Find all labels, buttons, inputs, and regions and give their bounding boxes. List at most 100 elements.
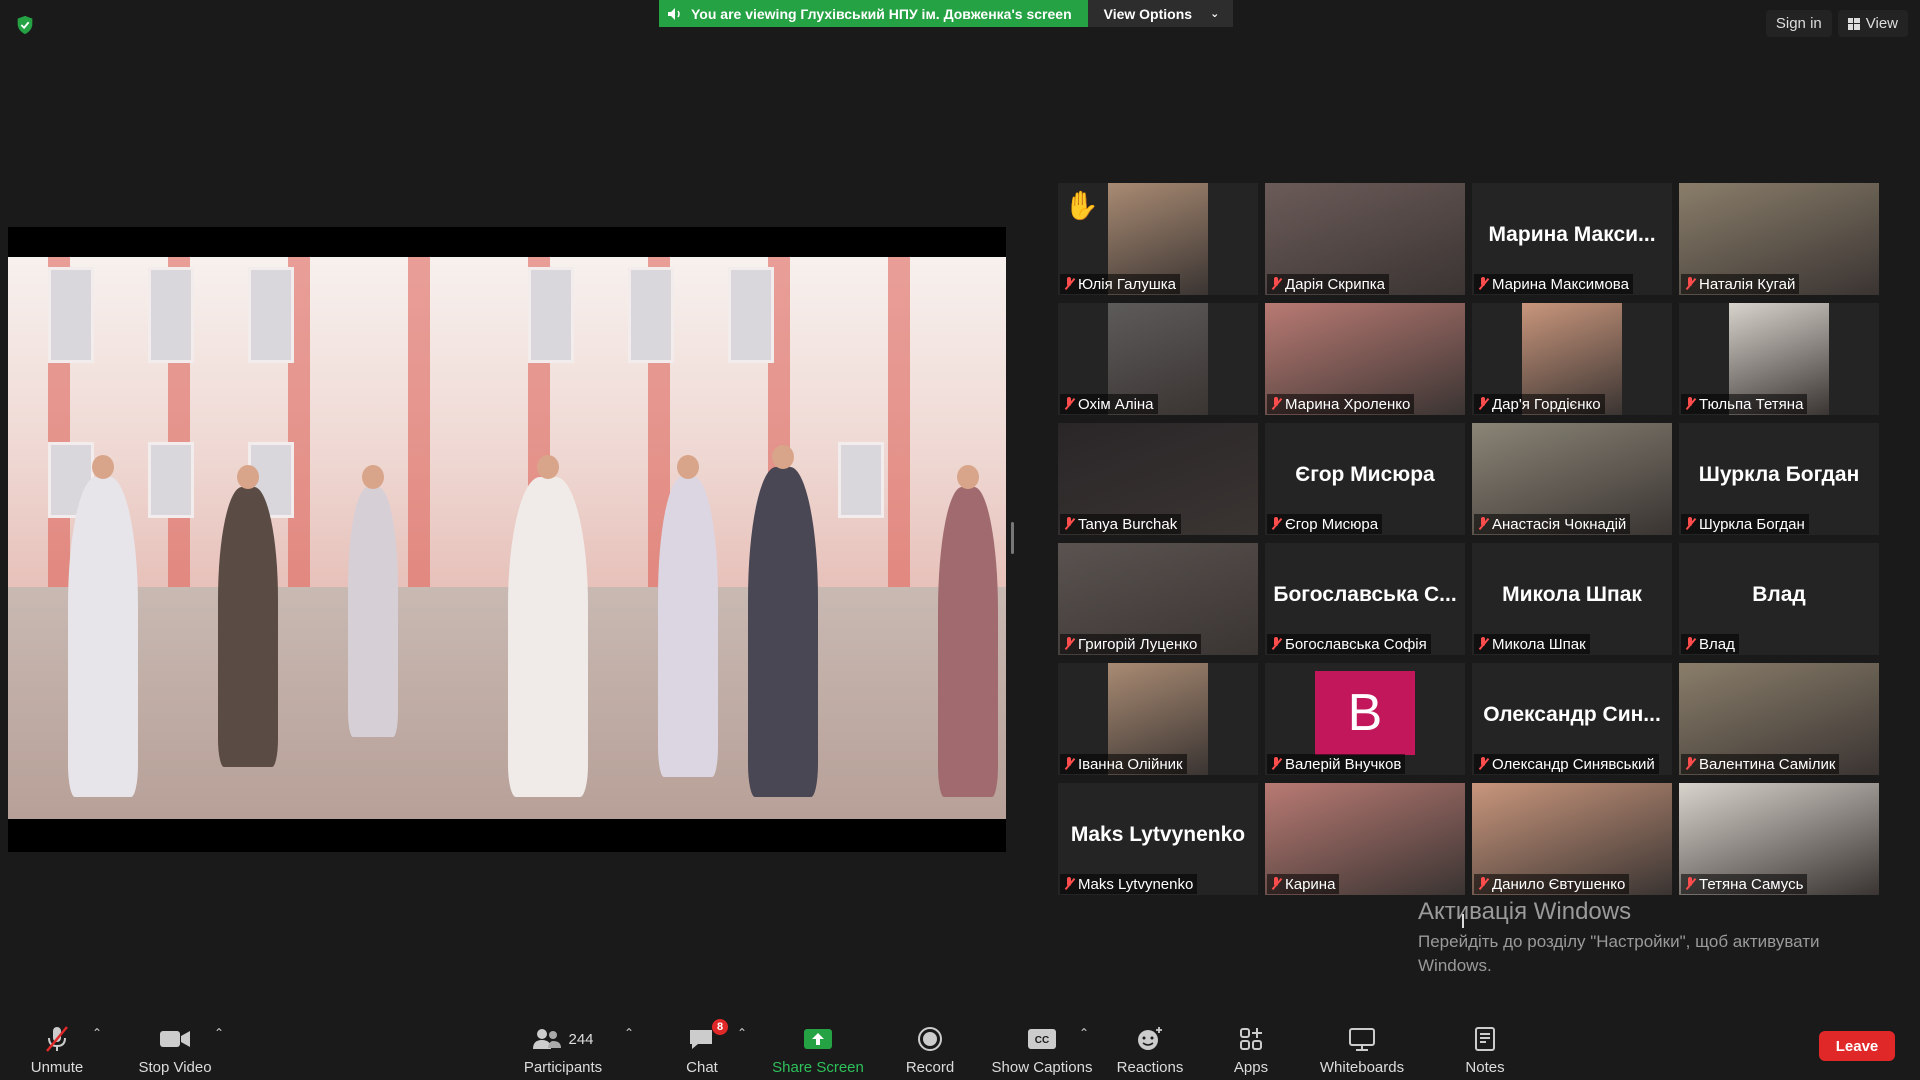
raised-hand-icon: ✋ bbox=[1064, 190, 1099, 221]
participant-name: Дар'я Гордієнко bbox=[1492, 395, 1601, 413]
stop-video-button[interactable]: Stop Video bbox=[133, 1012, 217, 1080]
muted-mic-icon bbox=[1271, 517, 1281, 531]
participant-tile[interactable]: Тетяна Самусь bbox=[1679, 783, 1879, 895]
participant-name-label: Марина Хроленко bbox=[1267, 394, 1415, 414]
participant-tile[interactable]: Єгор Мисюра Єгор Мисюра bbox=[1265, 423, 1465, 535]
courtyard-ground bbox=[8, 587, 1006, 819]
record-label: Record bbox=[905, 1059, 955, 1076]
reactions-button[interactable]: Reactions bbox=[1110, 1012, 1190, 1080]
view-label: View bbox=[1865, 15, 1898, 32]
security-shield-icon[interactable] bbox=[14, 14, 36, 36]
captions-options-caret-icon[interactable]: ⌃ bbox=[1079, 1026, 1089, 1040]
video-camera-icon bbox=[160, 1031, 190, 1047]
whiteboards-button[interactable]: Whiteboards bbox=[1312, 1012, 1412, 1080]
muted-mic-icon bbox=[1478, 517, 1488, 531]
participant-name-label: Валентина Самілик bbox=[1681, 754, 1840, 774]
whiteboard-icon bbox=[1349, 1028, 1375, 1051]
share-screen-label: Share Screen bbox=[772, 1059, 864, 1076]
view-options-label: View Options bbox=[1103, 5, 1193, 22]
activation-title: Активація Windows bbox=[1418, 898, 1632, 925]
participants-count: 244 bbox=[568, 1030, 594, 1048]
apps-label: Apps bbox=[1233, 1059, 1269, 1076]
muted-mic-icon bbox=[1064, 517, 1074, 531]
unmute-button[interactable]: Unmute bbox=[22, 1012, 92, 1080]
muted-mic-icon bbox=[1685, 277, 1695, 291]
participant-tile[interactable]: Іванна Олійник bbox=[1058, 663, 1258, 775]
participant-tile[interactable]: Охім Аліна bbox=[1058, 303, 1258, 415]
participant-name: Дарія Скрипка bbox=[1285, 275, 1385, 293]
svg-text:CC: CC bbox=[1035, 1035, 1049, 1046]
participants-button[interactable]: 244 Participants bbox=[520, 1012, 606, 1080]
show-captions-button[interactable]: CC Show Captions bbox=[988, 1012, 1096, 1080]
participant-name-label: Шуркла Богдан bbox=[1681, 514, 1809, 534]
participant-tile[interactable]: B Валерій Внучков bbox=[1265, 663, 1465, 775]
participant-name-label: Юлія Галушка bbox=[1060, 274, 1180, 294]
muted-mic-icon bbox=[1685, 397, 1695, 411]
sign-in-button[interactable]: Sign in bbox=[1765, 10, 1832, 37]
participant-tile[interactable]: Тюльпа Тетяна bbox=[1679, 303, 1879, 415]
participant-tile[interactable]: Влад Влад bbox=[1679, 543, 1879, 655]
video-options-caret-icon[interactable]: ⌃ bbox=[214, 1026, 224, 1040]
participant-name-label: Maks Lytvynenko bbox=[1060, 874, 1198, 894]
audio-options-caret-icon[interactable]: ⌃ bbox=[92, 1026, 102, 1040]
participant-tile[interactable]: ✋ Юлія Галушка bbox=[1058, 183, 1258, 295]
meeting-toolbar: Unmute ⌃ Stop Video ⌃ 244 Participants ⌃ bbox=[0, 1012, 1920, 1080]
muted-mic-icon bbox=[1478, 277, 1488, 291]
leave-button[interactable]: Leave bbox=[1819, 1031, 1895, 1061]
share-screen-icon bbox=[804, 1029, 832, 1049]
participant-tile[interactable]: Анастасія Чокнадій bbox=[1472, 423, 1672, 535]
participant-tile[interactable]: Карина bbox=[1265, 783, 1465, 895]
participant-name: Данило Євтушенко bbox=[1492, 875, 1626, 893]
participant-tile[interactable]: Tanya Burchak bbox=[1058, 423, 1258, 535]
participant-name: Анастасія Чокнадій bbox=[1492, 515, 1627, 533]
participant-tile[interactable]: Наталія Кугай bbox=[1679, 183, 1879, 295]
notes-icon bbox=[1475, 1027, 1495, 1051]
participant-tile[interactable]: Maks Lytvynenko Maks Lytvynenko bbox=[1058, 783, 1258, 895]
muted-mic-icon bbox=[1064, 757, 1074, 771]
participant-name: Тюльпа Тетяна bbox=[1699, 395, 1804, 413]
record-button[interactable]: Record bbox=[900, 1012, 960, 1080]
participant-tile[interactable]: Дар'я Гордієнко bbox=[1472, 303, 1672, 415]
muted-mic-icon bbox=[1271, 637, 1281, 651]
participant-tile[interactable]: Богославська С... Богославська Софія bbox=[1265, 543, 1465, 655]
apps-button[interactable]: Apps bbox=[1226, 1012, 1276, 1080]
participant-name: Карина bbox=[1285, 875, 1336, 893]
notes-button[interactable]: Notes bbox=[1460, 1012, 1510, 1080]
participant-name-label: Микола Шпак bbox=[1474, 634, 1590, 654]
muted-mic-icon bbox=[1271, 757, 1281, 771]
view-options-button[interactable]: View Options ⌄ bbox=[1087, 0, 1234, 27]
participant-tile[interactable]: Дарія Скрипка bbox=[1265, 183, 1465, 295]
chat-options-caret-icon[interactable]: ⌃ bbox=[737, 1026, 747, 1040]
participant-tile[interactable]: Шуркла Богдан Шуркла Богдан bbox=[1679, 423, 1879, 535]
participant-name-label: Охім Аліна bbox=[1060, 394, 1158, 414]
participant-tile[interactable]: Микола Шпак Микола Шпак bbox=[1472, 543, 1672, 655]
share-screen-button[interactable]: Share Screen bbox=[772, 1012, 864, 1080]
participant-name-label: Дар'я Гордієнко bbox=[1474, 394, 1605, 414]
microphone-muted-icon bbox=[46, 1026, 68, 1052]
resize-splitter[interactable] bbox=[1011, 522, 1014, 554]
participant-tile[interactable]: Данило Євтушенко bbox=[1472, 783, 1672, 895]
participant-name-label: Данило Євтушенко bbox=[1474, 874, 1630, 894]
closed-captions-icon: CC bbox=[1028, 1029, 1056, 1049]
participant-display-name: Шуркла Богдан bbox=[1698, 463, 1860, 486]
participant-name: Іванна Олійник bbox=[1078, 755, 1183, 773]
participant-tile[interactable]: Валентина Самілик bbox=[1679, 663, 1879, 775]
participant-name: Шуркла Богдан bbox=[1699, 515, 1805, 533]
participant-name: Юлія Галушка bbox=[1078, 275, 1176, 293]
chat-button[interactable]: 8 Chat bbox=[672, 1012, 732, 1080]
participant-name: Tanya Burchak bbox=[1078, 515, 1178, 533]
participant-name: Тетяна Самусь bbox=[1699, 875, 1804, 893]
participant-name-label: Tanya Burchak bbox=[1060, 514, 1182, 534]
shared-screen[interactable] bbox=[8, 227, 1006, 852]
notes-label: Notes bbox=[1465, 1059, 1505, 1076]
participant-tile[interactable]: Марина Хроленко bbox=[1265, 303, 1465, 415]
participant-tile[interactable]: Олександр Син... Олександр Синявський bbox=[1472, 663, 1672, 775]
view-button[interactable]: View bbox=[1837, 10, 1908, 37]
participant-name: Валентина Самілик bbox=[1699, 755, 1836, 773]
participants-options-caret-icon[interactable]: ⌃ bbox=[624, 1026, 634, 1040]
participant-name-label: Єгор Мисюра bbox=[1267, 514, 1383, 534]
participant-display-name: Богославська С... bbox=[1273, 583, 1457, 606]
participant-tile[interactable]: Григорій Луценко bbox=[1058, 543, 1258, 655]
chevron-down-icon: ⌄ bbox=[1210, 8, 1220, 20]
participant-tile[interactable]: Марина Макси... Марина Максимова bbox=[1472, 183, 1672, 295]
